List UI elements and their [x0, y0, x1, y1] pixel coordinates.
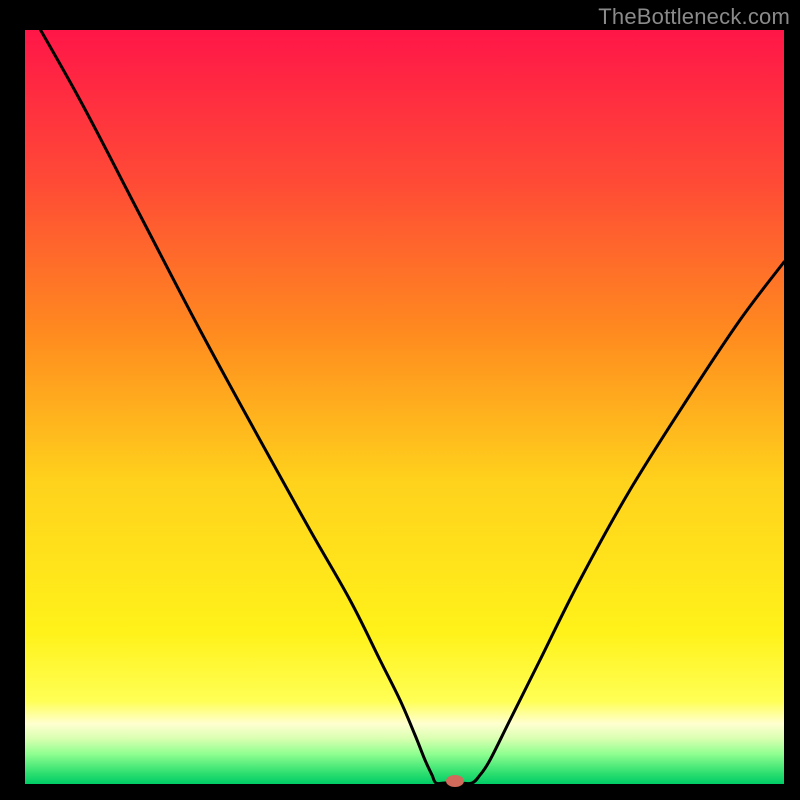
- chart-frame: TheBottleneck.com: [0, 0, 800, 800]
- plot-background: [25, 30, 784, 784]
- bottleneck-chart: [0, 0, 800, 800]
- attribution-label: TheBottleneck.com: [598, 4, 790, 30]
- optimal-marker-icon: [446, 775, 464, 787]
